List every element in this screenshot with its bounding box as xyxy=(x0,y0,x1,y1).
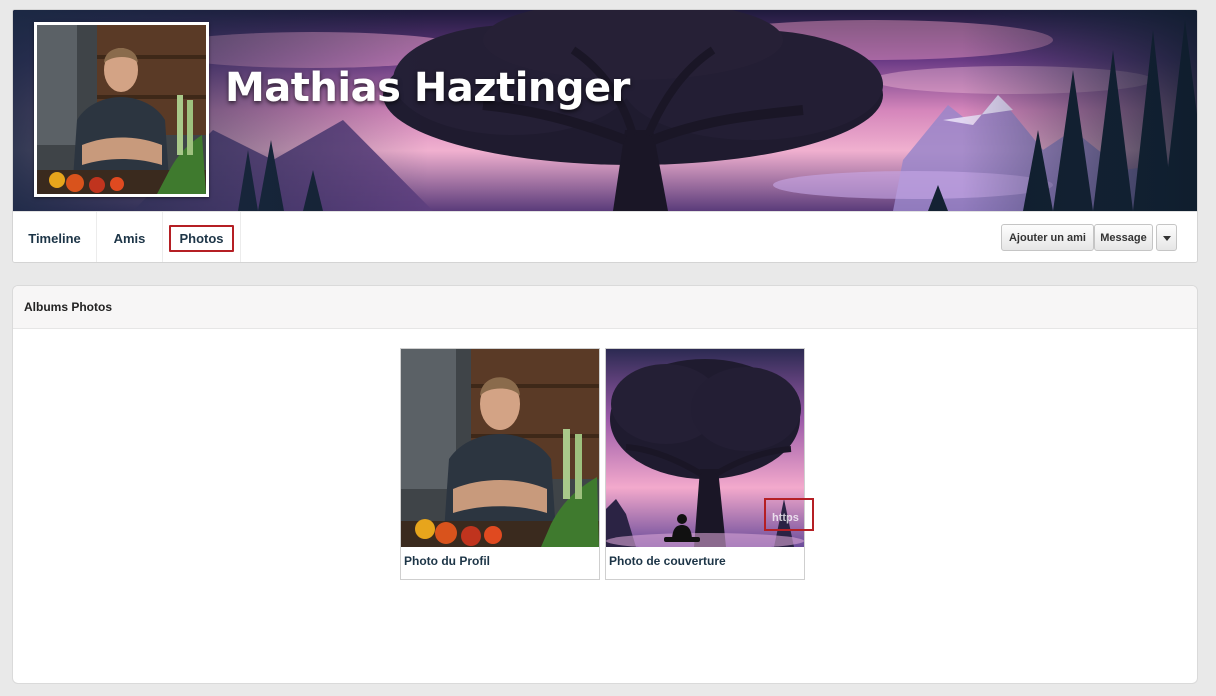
album-thumbnail xyxy=(401,349,599,547)
tab-timeline[interactable]: Timeline xyxy=(13,212,97,262)
avatar-illustration xyxy=(37,25,206,194)
profile-name: Mathias Haztinger xyxy=(225,65,630,111)
message-button[interactable]: Message xyxy=(1094,224,1153,251)
albums-panel: Albums Photos Photo du Profil https Phot… xyxy=(12,285,1198,684)
tab-photos-label: Photos xyxy=(169,224,234,252)
tab-photos[interactable]: Photos xyxy=(163,212,241,262)
album-profile-photo[interactable]: Photo du Profil xyxy=(400,348,600,580)
tab-amis[interactable]: Amis xyxy=(97,212,163,262)
albums-heading: Albums Photos xyxy=(13,286,1197,329)
add-friend-button[interactable]: Ajouter un ami xyxy=(1001,224,1094,251)
profile-card: Mathias Haztinger Timeline Amis Photos A… xyxy=(12,9,1198,263)
cover-photo[interactable]: Mathias Haztinger xyxy=(13,10,1197,211)
album-label: Photo du Profil xyxy=(404,554,490,568)
album-label: Photo de couverture xyxy=(609,554,726,568)
profile-nav: Timeline Amis Photos Ajouter un ami Mess… xyxy=(13,211,1197,262)
caret-down-icon xyxy=(1162,236,1171,241)
more-actions-button[interactable] xyxy=(1156,224,1177,251)
profile-avatar[interactable] xyxy=(34,22,209,197)
album-cover-photo[interactable]: https Photo de couverture xyxy=(605,348,814,580)
highlight-box xyxy=(764,498,814,531)
profile-photo-thumbnail xyxy=(401,349,599,547)
